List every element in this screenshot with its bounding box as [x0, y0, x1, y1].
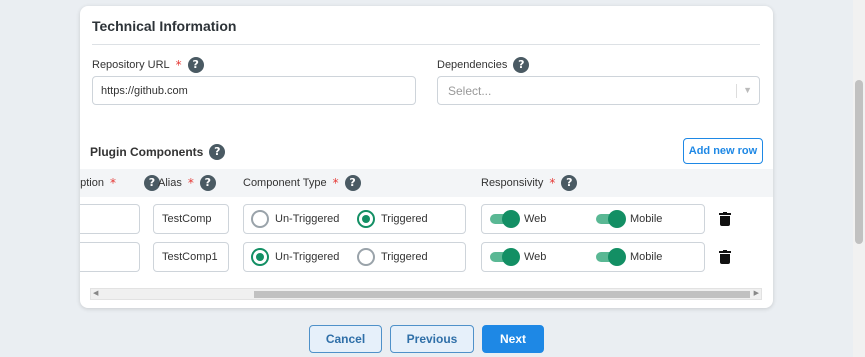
- responsivity-toggles: Web Mobile: [481, 242, 705, 272]
- column-header-responsivity: Responsivity * ?: [481, 169, 578, 197]
- trash-icon[interactable]: [719, 250, 731, 264]
- web-toggle[interactable]: [490, 210, 520, 228]
- description-input[interactable]: [80, 242, 140, 272]
- help-icon[interactable]: ?: [209, 144, 226, 160]
- mobile-toggle-label: Mobile: [630, 251, 663, 263]
- radio-label-untriggered: Un-Triggered: [275, 213, 340, 225]
- column-header-description: ription *: [80, 169, 122, 197]
- radio-option-untriggered[interactable]: Un-Triggered: [251, 205, 339, 233]
- alias-input[interactable]: TestComp: [153, 204, 229, 234]
- page-scrollbar-thumb[interactable]: [855, 80, 863, 244]
- web-toggle-group[interactable]: Web: [490, 205, 546, 233]
- scroll-right-arrow-icon[interactable]: ▶: [754, 289, 759, 299]
- divider: [92, 44, 760, 45]
- help-icon[interactable]: ?: [187, 57, 204, 73]
- radio-untriggered[interactable]: [251, 210, 269, 228]
- dependencies-select[interactable]: Select... ▼: [437, 76, 760, 105]
- scroll-left-arrow-icon[interactable]: ◀: [93, 289, 98, 299]
- component-type-radio-group: Un-Triggered Triggered: [243, 242, 466, 272]
- mobile-toggle-group[interactable]: Mobile: [596, 205, 662, 233]
- dependencies-placeholder: Select...: [448, 83, 492, 98]
- responsivity-toggles: Web Mobile: [481, 204, 705, 234]
- table-header: ription * ? Alias * ? Component Type * ?…: [80, 169, 773, 197]
- radio-option-triggered[interactable]: Triggered: [357, 205, 428, 233]
- section-title: Technical Information: [92, 18, 237, 34]
- radio-option-untriggered[interactable]: Un-Triggered: [251, 243, 339, 271]
- web-toggle[interactable]: [490, 248, 520, 266]
- horizontal-scrollbar-thumb[interactable]: [254, 291, 750, 298]
- plugin-components-title-text: Plugin Components: [90, 145, 204, 159]
- horizontal-scrollbar[interactable]: ◀ ▶: [90, 288, 762, 300]
- column-header-component-type-text: Component Type: [243, 177, 327, 189]
- column-header-description-text: ription: [80, 177, 104, 189]
- repository-url-input[interactable]: https://github.com: [92, 76, 416, 105]
- required-mark: *: [549, 176, 556, 190]
- chevron-down-icon: ▼: [743, 85, 752, 95]
- plugin-components-title: Plugin Components ?: [90, 143, 226, 161]
- mobile-toggle[interactable]: [596, 248, 626, 266]
- help-icon[interactable]: ?: [199, 175, 216, 191]
- help-icon[interactable]: ?: [344, 175, 361, 191]
- required-mark: *: [109, 176, 116, 190]
- mobile-toggle[interactable]: [596, 210, 626, 228]
- web-toggle-label: Web: [524, 251, 547, 263]
- help-icon[interactable]: ?: [561, 175, 578, 191]
- required-mark: *: [175, 58, 182, 72]
- help-icon[interactable]: ?: [513, 57, 530, 73]
- radio-option-triggered[interactable]: Triggered: [357, 243, 428, 271]
- form-card: Technical Information Repository URL * ?…: [80, 6, 773, 308]
- web-toggle-group[interactable]: Web: [490, 243, 546, 271]
- page-scrollbar[interactable]: [853, 0, 865, 357]
- web-toggle-label: Web: [524, 213, 547, 225]
- description-input[interactable]: [80, 204, 140, 234]
- radio-label-triggered: Triggered: [381, 213, 428, 225]
- cancel-button[interactable]: Cancel: [309, 325, 382, 353]
- alias-input[interactable]: TestComp1: [153, 242, 229, 272]
- select-separator: [736, 84, 737, 98]
- dependencies-label: Dependencies ?: [437, 56, 530, 74]
- required-mark: *: [332, 176, 339, 190]
- trash-icon[interactable]: [719, 212, 731, 226]
- column-header-component-type: Component Type * ?: [243, 169, 361, 197]
- repository-url-label: Repository URL * ?: [92, 56, 204, 74]
- radio-label-untriggered: Un-Triggered: [275, 251, 340, 263]
- component-type-radio-group: Un-Triggered Triggered: [243, 204, 466, 234]
- mobile-toggle-group[interactable]: Mobile: [596, 243, 662, 271]
- repository-url-label-text: Repository URL: [92, 59, 170, 71]
- radio-label-triggered: Triggered: [381, 251, 428, 263]
- dependencies-label-text: Dependencies: [437, 59, 508, 71]
- previous-button[interactable]: Previous: [390, 325, 474, 353]
- column-header-alias: ? Alias * ?: [144, 169, 216, 197]
- radio-triggered[interactable]: [357, 210, 375, 228]
- column-header-alias-text: Alias: [158, 177, 182, 189]
- radio-triggered[interactable]: [357, 248, 375, 266]
- mobile-toggle-label: Mobile: [630, 213, 663, 225]
- radio-untriggered[interactable]: [251, 248, 269, 266]
- column-header-responsivity-text: Responsivity: [481, 177, 544, 189]
- add-new-row-button[interactable]: Add new row: [683, 138, 763, 164]
- required-mark: *: [187, 176, 194, 190]
- next-button[interactable]: Next: [482, 325, 544, 353]
